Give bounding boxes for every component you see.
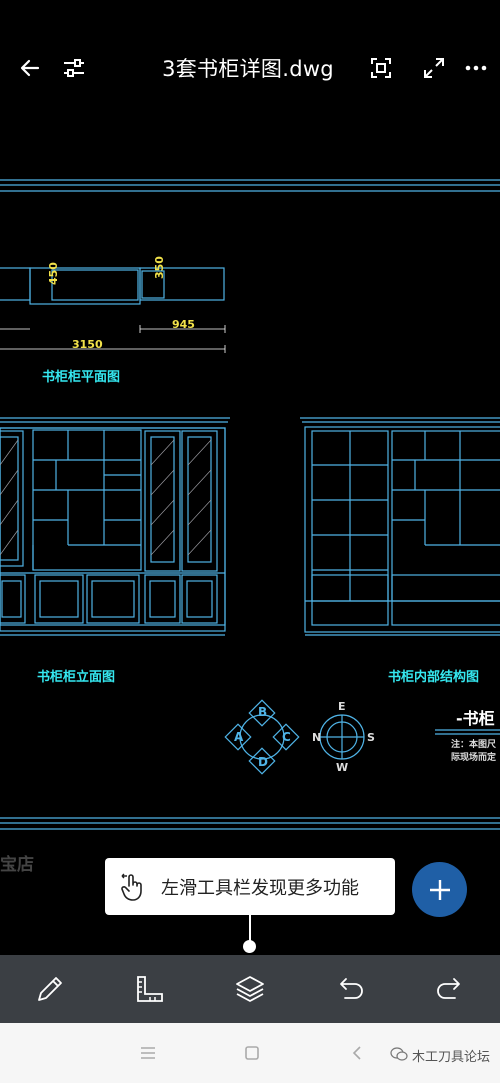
- compass-n: N: [312, 731, 321, 744]
- settings-sliders-icon[interactable]: [58, 52, 90, 84]
- dimension-3150: 3150: [72, 338, 103, 351]
- back-arrow-icon[interactable]: [14, 52, 46, 84]
- home-icon[interactable]: [240, 1041, 264, 1065]
- marker-c: C: [282, 730, 291, 744]
- swipe-hand-icon: [105, 872, 161, 902]
- note-line-1: 注：本图尺: [451, 738, 496, 750]
- pencil-icon[interactable]: [26, 965, 74, 1013]
- note-line-2: 际现场而定: [451, 751, 497, 763]
- redo-icon[interactable]: [426, 965, 474, 1013]
- interior-view-label: 书柜内部结构图: [388, 669, 479, 685]
- plan-view-label: 书柜柜平面图: [42, 369, 120, 385]
- fit-screen-icon[interactable]: [365, 52, 397, 84]
- marker-a: A: [234, 730, 244, 744]
- menu-icon[interactable]: [136, 1041, 160, 1065]
- file-title: 3套书柜详图.dwg: [162, 57, 334, 81]
- more-options-icon[interactable]: [460, 52, 492, 84]
- fullscreen-icon[interactable]: [418, 52, 450, 84]
- back-icon[interactable]: [345, 1041, 369, 1065]
- partial-title: -书柜: [456, 709, 495, 728]
- tooltip-pointer: [249, 915, 251, 941]
- wechat-icon: [390, 1046, 408, 1065]
- bottom-left-text: 宝店: [0, 854, 34, 875]
- layers-icon[interactable]: [226, 965, 274, 1013]
- marker-b: B: [258, 705, 267, 719]
- add-button[interactable]: [412, 862, 467, 917]
- compass-s: S: [367, 731, 375, 744]
- undo-icon[interactable]: [326, 965, 374, 1013]
- dimension-945: 945: [172, 318, 195, 331]
- watermark: 木工刀具论坛: [390, 1046, 490, 1065]
- toolbar-hint-tooltip[interactable]: 左滑工具栏发现更多功能: [105, 858, 395, 915]
- ruler-icon[interactable]: [126, 965, 174, 1013]
- bottom-toolbar: [0, 955, 500, 1023]
- dimension-450: 450: [47, 262, 60, 285]
- dimension-350: 350: [153, 256, 166, 279]
- elevation-view-label: 书柜柜立面图: [37, 669, 115, 685]
- tooltip-pointer-dot: [243, 940, 256, 953]
- compass-e: E: [338, 700, 346, 713]
- cad-drawing-canvas[interactable]: 450 350 945 3150 书柜柜平面图 书柜柜立面图 书柜内部结构图 -…: [0, 135, 500, 955]
- watermark-text: 木工刀具论坛: [411, 1050, 490, 1065]
- top-bar: 3套书柜详图.dwg: [0, 0, 500, 135]
- tooltip-text: 左滑工具栏发现更多功能: [161, 877, 359, 899]
- compass-w: W: [336, 761, 348, 774]
- marker-d: D: [258, 755, 268, 769]
- plus-icon: [429, 879, 450, 900]
